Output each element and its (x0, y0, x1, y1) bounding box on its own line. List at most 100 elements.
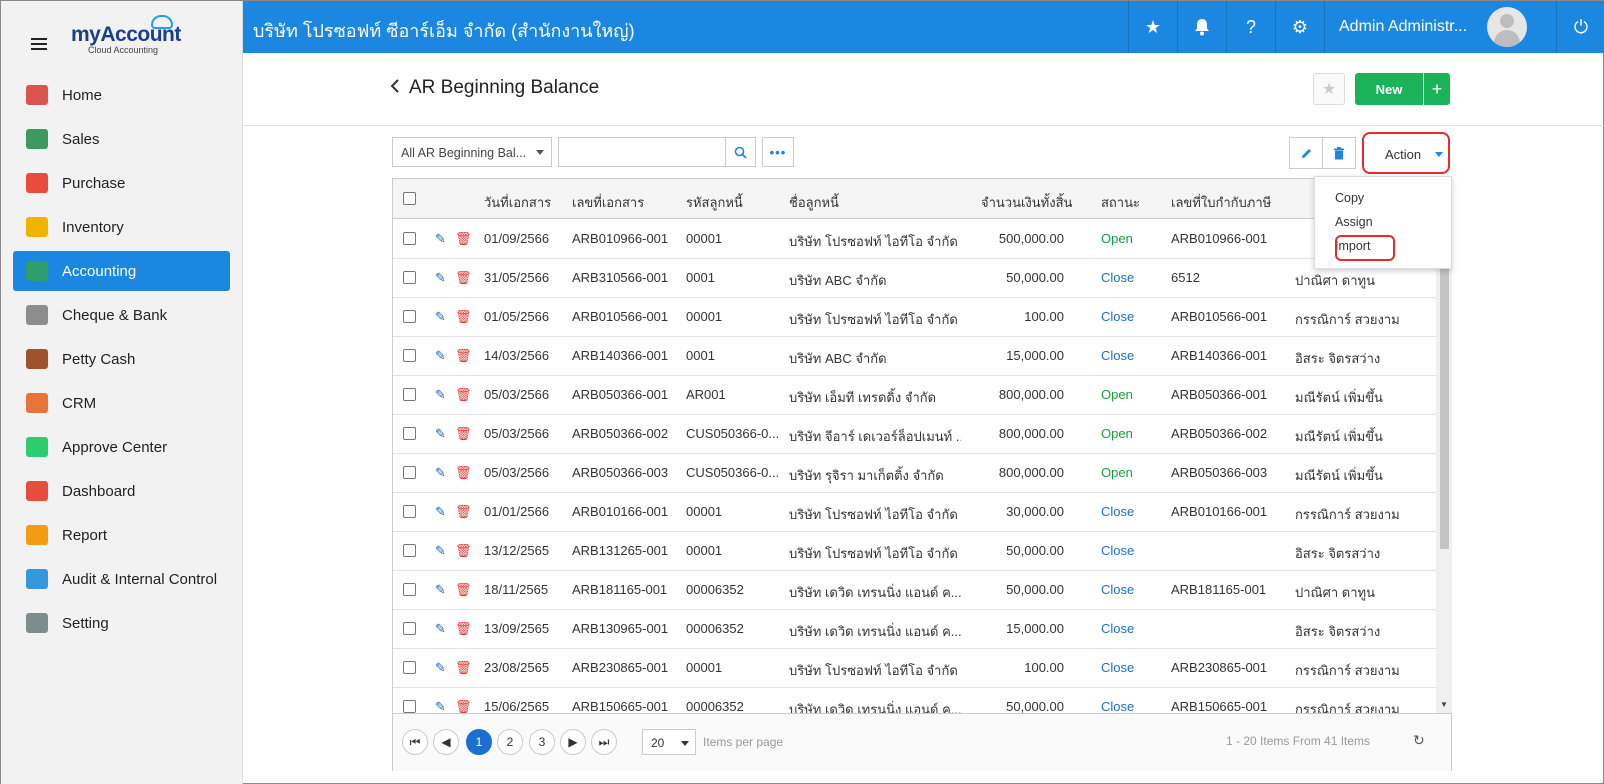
table-row[interactable]: ✎ 🗑 01/05/2566 ARB010566-001 00001 บริษัท โปร… (393, 297, 1436, 337)
edit-pencil-icon[interactable]: ✎ (435, 348, 446, 364)
table-row[interactable]: ✎ 🗑 01/01/2566 ARB010166-001 00001 บริษัท โปร… (393, 492, 1436, 532)
help-icon[interactable]: ? (1226, 1, 1275, 53)
search-input[interactable] (558, 137, 726, 167)
header-doc-date[interactable]: วันที่เอกสาร (484, 192, 551, 213)
sidebar-item-petty-cash[interactable]: Petty Cash (13, 339, 230, 379)
sidebar-item-home[interactable]: Home (13, 75, 230, 115)
table-row[interactable]: ✎ 🗑 05/03/2566 ARB050366-001 AR001 บริษัท เอ็… (393, 375, 1436, 415)
sidebar-item-setting[interactable]: Setting (13, 603, 230, 643)
header-debtor-code[interactable]: รหัสลูกหนี้ (686, 192, 743, 213)
table-row[interactable]: ✎ 🗑 05/03/2566 ARB050366-002 CUS050366-0... บ… (393, 414, 1436, 454)
delete-trash-icon[interactable]: 🗑 (455, 465, 472, 481)
sidebar-item-sales[interactable]: Sales (13, 119, 230, 159)
search-button[interactable] (726, 137, 756, 167)
scroll-thumb[interactable] (1440, 249, 1449, 549)
delete-trash-icon[interactable]: 🗑 (455, 621, 472, 637)
row-checkbox[interactable] (403, 427, 416, 440)
delete-trash-icon[interactable]: 🗑 (455, 582, 472, 598)
row-checkbox[interactable] (403, 271, 416, 284)
favorite-star-button[interactable]: ★ (1313, 73, 1345, 105)
back-chevron-icon[interactable] (390, 79, 400, 98)
row-checkbox[interactable] (403, 466, 416, 479)
power-icon[interactable]: ⏻ (1556, 1, 1604, 53)
row-checkbox[interactable] (403, 661, 416, 674)
edit-pencil-icon[interactable]: ✎ (435, 699, 446, 713)
avatar[interactable] (1487, 7, 1528, 47)
sidebar-item-audit-internal-control[interactable]: Audit & Internal Control (13, 559, 230, 599)
row-checkbox[interactable] (403, 622, 416, 635)
edit-pencil-icon[interactable]: ✎ (435, 309, 446, 325)
table-row[interactable]: ✎ 🗑 13/12/2565 ARB131265-001 00001 บริษัท โปร… (393, 531, 1436, 571)
action-menu-assign[interactable]: Assign (1335, 215, 1373, 229)
table-row[interactable]: ✎ 🗑 31/05/2566 ARB310566-001 0001 บริษัท ABC … (393, 258, 1436, 298)
edit-pencil-icon[interactable]: ✎ (435, 426, 446, 442)
row-checkbox[interactable] (403, 310, 416, 323)
table-row[interactable]: ✎ 🗑 14/03/2566 ARB140366-001 0001 บริษัท ABC … (393, 336, 1436, 376)
sidebar-item-report[interactable]: Report (13, 515, 230, 555)
delete-trash-icon[interactable]: 🗑 (455, 504, 472, 520)
delete-trash-button[interactable] (1322, 137, 1356, 169)
delete-trash-icon[interactable]: 🗑 (455, 231, 472, 247)
sidebar-item-purchase[interactable]: Purchase (13, 163, 230, 203)
page-2-button[interactable]: 2 (497, 729, 523, 755)
table-row[interactable]: ✎ 🗑 23/08/2565 ARB230865-001 00001 บริษัท โปร… (393, 648, 1436, 688)
sidebar-item-dashboard[interactable]: Dashboard (13, 471, 230, 511)
sidebar-item-cheque-bank[interactable]: Cheque & Bank (13, 295, 230, 335)
delete-trash-icon[interactable]: 🗑 (455, 699, 472, 713)
row-checkbox[interactable] (403, 388, 416, 401)
favorites-star-icon[interactable]: ★ (1128, 1, 1177, 53)
sidebar-item-crm[interactable]: CRM (13, 383, 230, 423)
scroll-down-arrow-icon[interactable]: ▼ (1440, 700, 1448, 709)
edit-pencil-icon[interactable]: ✎ (435, 465, 446, 481)
header-debtor-name[interactable]: ชื่อลูกหนี้ (789, 192, 839, 213)
vertical-scrollbar[interactable]: ▼ (1436, 219, 1452, 713)
edit-pencil-icon[interactable]: ✎ (435, 270, 446, 286)
header-tax-invoice-no[interactable]: เลขที่ใบกำกับภาษี (1171, 192, 1271, 213)
filter-select[interactable]: All AR Beginning Bal... (392, 137, 552, 167)
delete-trash-icon[interactable]: 🗑 (455, 270, 472, 286)
last-page-button[interactable]: ⏭ (591, 729, 617, 755)
row-checkbox[interactable] (403, 232, 416, 245)
edit-pencil-icon[interactable]: ✎ (435, 543, 446, 559)
sidebar-item-accounting[interactable]: Accounting (13, 251, 230, 291)
sidebar-item-inventory[interactable]: Inventory (13, 207, 230, 247)
row-checkbox[interactable] (403, 505, 416, 518)
header-total-amount[interactable]: จำนวนเงินทั้งสิ้น (981, 192, 1072, 213)
notification-bell-icon[interactable] (1177, 1, 1226, 53)
edit-pencil-icon[interactable]: ✎ (435, 504, 446, 520)
edit-pencil-icon[interactable]: ✎ (435, 621, 446, 637)
select-all-checkbox[interactable] (403, 192, 416, 205)
edit-pencil-icon[interactable]: ✎ (435, 582, 446, 598)
first-page-button[interactable]: ⏮ (402, 729, 428, 755)
header-status[interactable]: สถานะ (1101, 192, 1140, 213)
sidebar-item-approve-center[interactable]: Approve Center (13, 427, 230, 467)
new-button[interactable]: New (1355, 73, 1423, 105)
prev-page-button[interactable]: ◀ (433, 729, 459, 755)
delete-trash-icon[interactable]: 🗑 (455, 348, 472, 364)
add-plus-button[interactable]: + (1424, 73, 1450, 105)
delete-trash-icon[interactable]: 🗑 (455, 660, 472, 676)
delete-trash-icon[interactable]: 🗑 (455, 309, 472, 325)
delete-trash-icon[interactable]: 🗑 (455, 426, 472, 442)
action-menu-copy[interactable]: Copy (1335, 191, 1364, 205)
page-3-button[interactable]: 3 (529, 729, 555, 755)
edit-pencil-icon[interactable]: ✎ (435, 387, 446, 403)
table-row[interactable]: ✎ 🗑 18/11/2565 ARB181165-001 00006352 บริษัท … (393, 570, 1436, 610)
table-row[interactable]: ✎ 🗑 01/09/2566 ARB010966-001 00001 บริษัท โปร… (393, 219, 1436, 259)
edit-pencil-icon[interactable]: ✎ (435, 231, 446, 247)
delete-trash-icon[interactable]: 🗑 (455, 387, 472, 403)
row-checkbox[interactable] (403, 544, 416, 557)
action-dropdown-button[interactable]: Action (1373, 138, 1447, 170)
hamburger-menu-icon[interactable] (31, 38, 47, 50)
table-row[interactable]: ✎ 🗑 15/06/2565 ARB150665-001 00006352 บริษัท … (393, 687, 1436, 713)
header-doc-no[interactable]: เลขที่เอกสาร (572, 192, 644, 213)
page-1-button[interactable]: 1 (466, 729, 492, 755)
edit-pencil-icon[interactable]: ✎ (435, 660, 446, 676)
row-checkbox[interactable] (403, 349, 416, 362)
delete-trash-icon[interactable]: 🗑 (455, 543, 472, 559)
next-page-button[interactable]: ▶ (560, 729, 586, 755)
edit-pencil-button[interactable] (1289, 137, 1323, 169)
more-options-button[interactable]: ••• (762, 137, 794, 167)
row-checkbox[interactable] (403, 700, 416, 713)
refresh-icon[interactable]: ↻ (1413, 732, 1425, 749)
